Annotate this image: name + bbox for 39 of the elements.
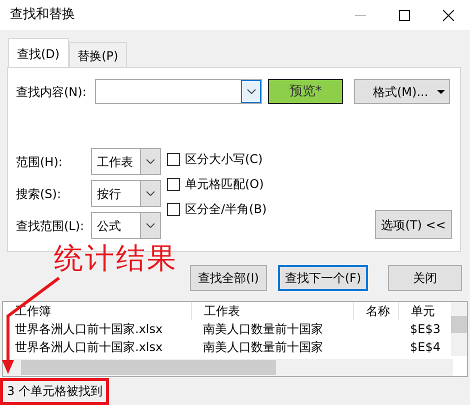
dropdown[interactable]: 工作表: [91, 148, 161, 175]
status-text: 3 个单元格被找到: [0, 378, 110, 405]
tab[interactable]: 替换(P): [68, 42, 128, 68]
table-cell-text: $E$4: [409, 339, 442, 356]
window-title: 查找和替换: [9, 6, 76, 24]
dropdown-arrow-icon: [437, 90, 445, 94]
checkbox[interactable]: [167, 178, 180, 190]
dialog-button[interactable]: 查找下一个(F): [278, 265, 368, 291]
field-label: 查找范围(L):: [16, 218, 86, 234]
dropdown[interactable]: 公式: [91, 212, 161, 239]
horizontal-scrollbar[interactable]: [3, 359, 453, 376]
close-icon: [442, 10, 454, 20]
table-cell-text: 南美人口数量前十国家: [202, 339, 324, 356]
checkbox[interactable]: [167, 202, 180, 216]
dropdown[interactable]: 按行: [91, 180, 161, 207]
format-button[interactable]: 格式(M)...: [354, 79, 450, 104]
vertical-scrollbar[interactable]: [451, 302, 467, 356]
dialog-button[interactable]: 关闭: [388, 265, 462, 291]
find-combo-box[interactable]: [95, 79, 262, 104]
checkbox[interactable]: [167, 152, 180, 166]
checkbox-label[interactable]: 区分全/半角(B): [185, 200, 267, 218]
minimize-icon: [354, 14, 366, 16]
checkbox-label[interactable]: 单元格匹配(O): [185, 175, 264, 193]
maximize-icon: [398, 10, 410, 20]
dialog-button[interactable]: 查找全部(I): [190, 265, 267, 291]
table-cell-text: 世界各洲人口前十国家.xlsx: [14, 321, 164, 338]
column-header[interactable]: 名称: [353, 302, 398, 320]
table-cell-text: 世界各洲人口前十国家.xlsx: [14, 339, 164, 356]
field-label: 搜索(S):: [16, 186, 62, 202]
preview-button[interactable]: 预览*: [268, 79, 343, 104]
options-button[interactable]: 选项(T) <<: [375, 210, 452, 239]
field-label: 范围(H):: [16, 154, 64, 170]
field-label: 查找内容(N):: [16, 84, 88, 100]
checkbox-label[interactable]: 区分大小写(C): [185, 150, 263, 168]
column-header[interactable]: 工作表: [191, 302, 353, 320]
table-cell-text: $E$3: [409, 321, 442, 338]
annotation-text: 统计结果: [54, 244, 178, 273]
table-cell-text: 南美人口数量前十国家: [202, 321, 324, 338]
tab[interactable]: 查找(D): [8, 38, 69, 68]
